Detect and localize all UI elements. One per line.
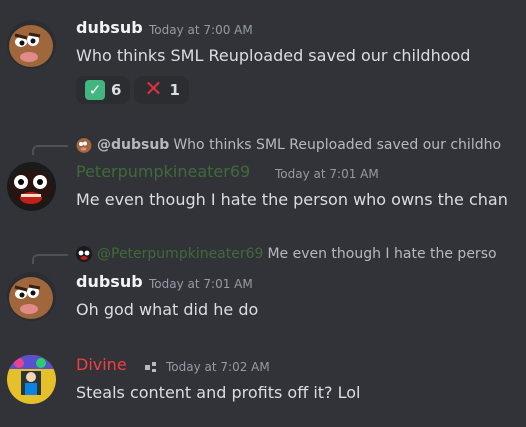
message-text: Steals content and profits off it? Lol [76,383,361,402]
cross-mark-icon: ✕ [144,77,163,102]
reaction-count: 1 [169,81,180,99]
message-3: dubsub Today at 7:01 AM Oh god what did … [0,272,526,332]
bot-badge-icon[interactable] [143,359,159,375]
reply-avatar-peterpumpkineater69 [76,246,92,262]
timestamp[interactable]: Today at 7:01 AM [149,277,253,291]
reply-connector [32,145,68,155]
message-text: Who thinks SML Reuploaded saved our chil… [76,46,471,65]
timestamp[interactable]: Today at 7:00 AM [149,23,253,37]
reply-reference[interactable]: @dubsub Who thinks SML Reuploaded saved … [76,135,501,155]
author-name[interactable]: dubsub [76,272,143,291]
reaction-check-mark[interactable]: ✓ 6 [76,76,131,104]
message-text: Me even though I hate the person who own… [76,190,508,209]
check-mark-icon: ✓ [85,80,105,100]
reply-text: Who thinks SML Reuploaded saved our chil… [173,137,502,153]
avatar-divine[interactable] [7,355,56,404]
reaction-cross-mark[interactable]: ✕ 1 [134,76,189,104]
avatar-dubsub[interactable] [7,272,56,321]
author-name[interactable]: Peterpumpkineater69 [76,162,250,181]
reactions: ✓ 6 ✕ 1 [76,76,189,104]
author-name[interactable]: Divine [76,355,127,374]
avatar-dubsub[interactable] [7,20,56,69]
message-4: Divine Today at 7:02 AM Steals content a… [0,355,526,415]
reply-connector [32,254,68,264]
message-2: Peterpumpkineater69 Today at 7:01 AM Me … [0,162,526,222]
reply-author[interactable]: @Peterpumpkineater69 [97,246,263,262]
author-name[interactable]: dubsub [76,18,143,37]
message-text: Oh god what did he do [76,300,259,319]
timestamp[interactable]: Today at 7:01 AM [275,167,379,181]
reply-author[interactable]: @dubsub [97,137,169,153]
reply-text: Me even though I hate the perso [267,246,497,262]
timestamp[interactable]: Today at 7:02 AM [166,360,270,374]
avatar-peterpumpkineater69[interactable] [7,162,56,211]
reply-avatar-dubsub [76,137,92,153]
reply-reference[interactable]: @Peterpumpkineater69 Me even though I ha… [76,244,497,264]
reaction-count: 6 [111,81,122,99]
message-1: dubsub Today at 7:00 AM Who thinks SML R… [0,18,526,104]
